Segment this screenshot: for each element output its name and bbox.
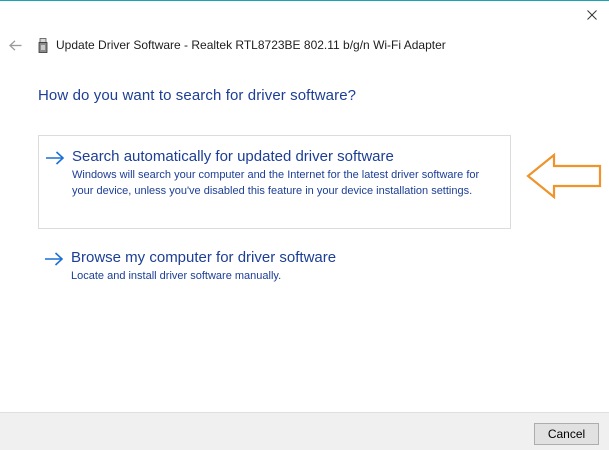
- dialog-footer: Cancel: [0, 412, 609, 450]
- page-heading: How do you want to search for driver sof…: [38, 87, 357, 104]
- back-button[interactable]: [6, 36, 24, 54]
- option-description: Locate and install driver software manua…: [71, 270, 282, 282]
- arrow-right-icon: [45, 252, 64, 266]
- browse-computer-option[interactable]: Browse my computer for driver software L…: [38, 240, 511, 296]
- close-button[interactable]: [581, 4, 603, 26]
- close-icon: [587, 10, 597, 20]
- cancel-button[interactable]: Cancel: [534, 423, 599, 445]
- option-title: Browse my computer for driver software: [71, 249, 337, 266]
- arrow-right-icon: [46, 151, 65, 165]
- back-arrow-icon: [8, 39, 21, 51]
- network-adapter-icon: [38, 38, 48, 53]
- option-description: Windows will search your computer and th…: [72, 169, 480, 197]
- window-top-border: [0, 0, 609, 1]
- search-automatically-option[interactable]: Search automatically for updated driver …: [38, 135, 511, 229]
- orange-pointer-arrow-icon: [526, 153, 602, 199]
- option-title: Search automatically for updated driver …: [72, 148, 394, 165]
- update-driver-dialog: Update Driver Software - Realtek RTL8723…: [0, 0, 609, 450]
- window-title: Update Driver Software - Realtek RTL8723…: [56, 38, 446, 52]
